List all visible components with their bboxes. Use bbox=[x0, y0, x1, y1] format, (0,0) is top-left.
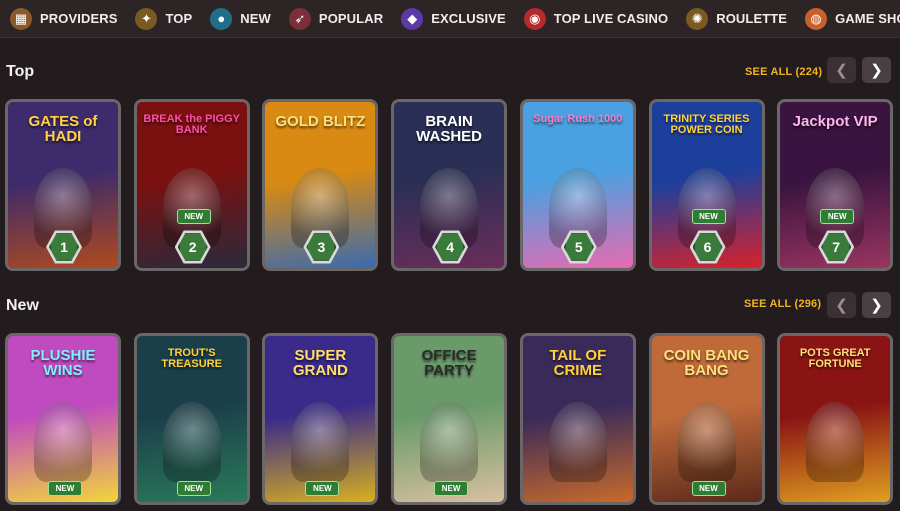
game-logo: TRINITY SERIES POWER COIN bbox=[663, 113, 750, 136]
roulette-icon: ✺ bbox=[686, 7, 709, 30]
nav-item-game-show[interactable]: ◍ GAME SHOW bbox=[787, 0, 900, 37]
nav-item-roulette[interactable]: ✺ ROULETTE bbox=[668, 0, 788, 37]
game-character bbox=[677, 402, 736, 482]
nav-label: POPULAR bbox=[318, 11, 384, 26]
section-title: Top bbox=[6, 63, 35, 80]
new-badge: NEW bbox=[176, 209, 211, 224]
new-badge: NEW bbox=[48, 481, 82, 496]
nav-label: ROULETTE bbox=[716, 11, 788, 26]
game-logo: Sugar Rush 1000 bbox=[533, 113, 623, 125]
nav-label: GAME SHOW bbox=[835, 11, 900, 26]
next-button[interactable]: ❯ bbox=[862, 57, 891, 83]
nav-item-top-live-casino[interactable]: ◉ TOP LIVE CASINO bbox=[506, 0, 669, 37]
game-card[interactable]: SUPER GRAND NEW bbox=[262, 333, 379, 505]
game-logo: TAIL OF CRIME bbox=[549, 347, 607, 379]
chip-icon: ◉ bbox=[523, 7, 546, 30]
new-badge: NEW bbox=[305, 481, 340, 496]
nav-item-popular[interactable]: ➶ POPULAR bbox=[271, 0, 384, 37]
game-logo: PLUSHIE WINS bbox=[30, 347, 96, 379]
new-badge: NEW bbox=[176, 481, 211, 496]
nav-label: TOP LIVE CASINO bbox=[553, 11, 669, 26]
game-card[interactable]: BRAIN WASHED 4 bbox=[391, 99, 508, 271]
globe-icon: ● bbox=[210, 7, 233, 30]
game-character bbox=[291, 402, 350, 482]
see-all-label: SEE ALL bbox=[745, 66, 793, 78]
game-card[interactable]: PLUSHIE WINS NEW bbox=[5, 333, 121, 505]
game-card[interactable]: TROUT'S TREASURE NEW bbox=[133, 333, 250, 505]
nav-label: EXCLUSIVE bbox=[431, 11, 506, 26]
game-character bbox=[806, 402, 865, 482]
category-nav: ▦ PROVIDERS ✦ TOP ● NEW ➶ POPULAR ◆ EXCLUSIVE ◉ TOP… bbox=[0, 0, 900, 38]
game-card[interactable]: Jackpot VIP 7 NEW bbox=[777, 99, 894, 271]
game-card[interactable]: COIN BANG BANG NEW bbox=[648, 333, 765, 505]
game-card[interactable]: BREAK the PIGGY BANK 2 NEW bbox=[133, 99, 250, 271]
chevron-left-icon: ❮ bbox=[835, 297, 848, 314]
see-all-count: (296) bbox=[794, 298, 822, 310]
game-character bbox=[34, 402, 92, 482]
prev-button[interactable]: ❮ bbox=[827, 292, 856, 318]
nav-item-top[interactable]: ✦ TOP bbox=[117, 0, 193, 37]
game-card[interactable]: GATES of HADI 1 bbox=[5, 99, 121, 271]
game-character bbox=[548, 402, 607, 482]
new-badge: NEW bbox=[691, 209, 726, 224]
game-logo: Jackpot VIP bbox=[792, 113, 878, 130]
nav-item-new[interactable]: ● NEW bbox=[192, 0, 271, 37]
chevron-right-icon: ❯ bbox=[870, 62, 883, 79]
see-all-link[interactable]: SEE ALL (296) bbox=[744, 298, 821, 310]
game-card[interactable]: TRINITY SERIES POWER COIN 6 NEW bbox=[648, 99, 765, 271]
game-character bbox=[162, 402, 221, 482]
game-logo: OFFICE PARTY bbox=[421, 347, 477, 379]
chevron-right-icon: ❯ bbox=[870, 297, 883, 314]
game-character bbox=[420, 402, 479, 482]
wheel-icon: ◍ bbox=[805, 7, 828, 30]
rocket-icon: ➶ bbox=[288, 7, 311, 30]
chevron-left-icon: ❮ bbox=[835, 62, 848, 79]
section-title: New bbox=[6, 297, 39, 314]
game-logo: BREAK the PIGGY BANK bbox=[143, 113, 240, 136]
game-card[interactable]: OFFICE PARTY NEW bbox=[391, 333, 508, 505]
game-card[interactable]: GOLD BLITZ 3 bbox=[262, 99, 379, 271]
new-section: New SEE ALL (296) ❮ ❯ PLUSHIE WINS NEW TRO… bbox=[0, 284, 900, 511]
star-icon: ✦ bbox=[135, 7, 158, 30]
see-all-label: SEE ALL bbox=[744, 298, 792, 310]
top-section: Top SEE ALL (224) ❮ ❯ GATES of HADI 1 BREA… bbox=[0, 50, 900, 280]
game-logo: COIN BANG BANG bbox=[663, 347, 750, 379]
new-badge: NEW bbox=[691, 481, 726, 496]
next-button[interactable]: ❯ bbox=[862, 292, 891, 318]
game-logo: GATES of HADI bbox=[28, 113, 98, 145]
game-card[interactable]: POTS GREAT FORTUNE bbox=[777, 333, 894, 505]
prev-button[interactable]: ❮ bbox=[827, 57, 856, 83]
game-card[interactable]: Sugar Rush 1000 5 bbox=[519, 99, 636, 271]
nav-item-exclusive[interactable]: ◆ EXCLUSIVE bbox=[383, 0, 506, 37]
new-badge: NEW bbox=[434, 481, 469, 496]
game-logo: POTS GREAT FORTUNE bbox=[799, 347, 871, 370]
game-card[interactable]: TAIL OF CRIME bbox=[519, 333, 636, 505]
new-badge: NEW bbox=[820, 209, 855, 224]
nav-label: PROVIDERS bbox=[40, 11, 118, 26]
game-logo: BRAIN WASHED bbox=[416, 113, 483, 145]
game-logo: TROUT'S TREASURE bbox=[161, 347, 222, 370]
gem-icon: ◆ bbox=[401, 7, 424, 30]
see-all-count: (224) bbox=[795, 66, 823, 78]
game-logo: GOLD BLITZ bbox=[275, 113, 366, 130]
providers-icon: ▦ bbox=[10, 7, 32, 30]
game-logo: SUPER GRAND bbox=[292, 347, 348, 379]
nav-label: TOP bbox=[165, 11, 193, 26]
see-all-link[interactable]: SEE ALL (224) bbox=[745, 66, 822, 78]
nav-label: NEW bbox=[240, 11, 271, 26]
nav-item-providers[interactable]: ▦ PROVIDERS bbox=[0, 0, 118, 37]
